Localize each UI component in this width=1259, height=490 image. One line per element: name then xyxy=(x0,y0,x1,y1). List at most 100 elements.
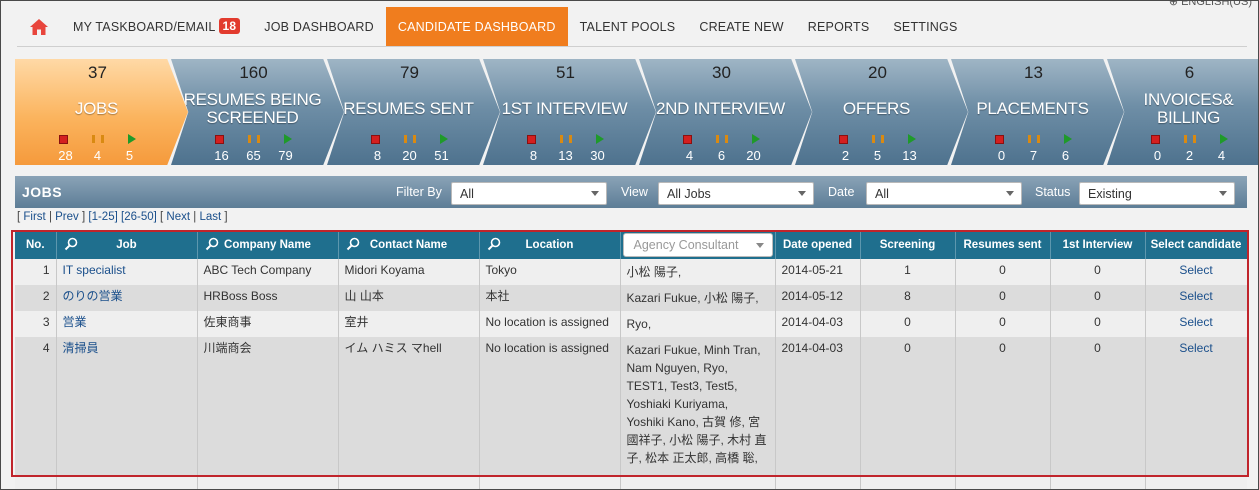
stage-stop-count[interactable]: 0 xyxy=(993,148,1011,163)
view-select[interactable]: All Jobs xyxy=(658,182,814,205)
pipeline-stage[interactable]: 30 2ND INTERVIEW 4 6 20 xyxy=(639,59,812,165)
col-resumes[interactable]: Resumes sent xyxy=(955,231,1051,259)
pipeline-stage[interactable]: 20 OFFERS 2 5 13 xyxy=(795,59,968,165)
stage-play-count[interactable]: 6 xyxy=(1057,148,1075,163)
pager-next[interactable]: Next xyxy=(166,211,190,223)
stage-pause-count[interactable]: 7 xyxy=(1025,148,1043,163)
nav-talent-pools[interactable]: TALENT POOLS xyxy=(568,7,688,46)
stage-pause-count[interactable]: 2 xyxy=(1181,148,1199,163)
col-location[interactable]: Location xyxy=(479,231,621,259)
select-link[interactable]: Select xyxy=(1179,315,1212,329)
status-select[interactable]: Existing xyxy=(1079,182,1235,205)
stage-label: RESUMES SENT xyxy=(343,99,474,118)
cell-interview: 0 xyxy=(1050,285,1146,311)
cell-company: ABC Tech Company xyxy=(197,259,339,285)
stage-play-count[interactable]: 79 xyxy=(277,148,295,163)
stage-pause-count[interactable]: 13 xyxy=(557,148,575,163)
stop-icon xyxy=(58,133,70,145)
stage-breakdown: 8 20 51 xyxy=(327,148,492,163)
agency-consultant-select[interactable]: Agency Consultant xyxy=(622,233,773,257)
col-contact[interactable]: Contact Name xyxy=(338,231,480,259)
home-button[interactable] xyxy=(17,7,61,46)
stage-play-count[interactable]: 4 xyxy=(1213,148,1231,163)
date-opened: 2014-04-03 xyxy=(781,341,843,355)
pipeline-stage[interactable]: 160 RESUMES BEING SCREENED 16 65 79 xyxy=(171,59,344,165)
col-screening[interactable]: Screening xyxy=(860,231,956,259)
stage-stop-count[interactable]: 28 xyxy=(57,148,75,163)
chevron-down-icon xyxy=(1006,191,1014,196)
resumes-sent-count: 0 xyxy=(999,315,1006,329)
nav-job-dashboard[interactable]: JOB DASHBOARD xyxy=(252,7,386,46)
stage-stop-count[interactable]: 8 xyxy=(369,148,387,163)
pager-prev[interactable]: Prev xyxy=(55,211,79,223)
play-icon xyxy=(1218,133,1230,145)
jobs-table-body: 1 IT specialist ABC Tech Company Midori Koy… xyxy=(15,259,1247,489)
screening-count: 0 xyxy=(904,341,911,355)
stage-stop-count[interactable]: 4 xyxy=(681,148,699,163)
stage-play-count[interactable]: 30 xyxy=(589,148,607,163)
stage-label: 1ST INTERVIEW xyxy=(501,99,628,118)
stage-stop-count[interactable]: 2 xyxy=(837,148,855,163)
stage-stop-count[interactable]: 8 xyxy=(525,148,543,163)
jobs-filter-bar: JOBS Filter By All View All Jobs Date Al… xyxy=(15,176,1247,208)
cell-date: 2014-05-21 xyxy=(775,259,861,285)
stage-play-count[interactable]: 5 xyxy=(121,148,139,163)
pager-last[interactable]: Last xyxy=(199,211,221,223)
stage-play-count[interactable]: 20 xyxy=(745,148,763,163)
select-link[interactable]: Select xyxy=(1179,341,1212,355)
stage-stop-count[interactable]: 0 xyxy=(1149,148,1167,163)
col-interview[interactable]: 1st Interview xyxy=(1050,231,1146,259)
pipeline-stage[interactable]: 51 1ST INTERVIEW 8 13 30 xyxy=(483,59,656,165)
pipeline-stage[interactable]: 37 JOBS 28 4 5 xyxy=(15,59,188,165)
stage-pause-count[interactable]: 65 xyxy=(245,148,263,163)
stage-breakdown: 16 65 79 xyxy=(171,148,336,163)
col-job[interactable]: Job xyxy=(56,231,198,259)
location: No location is assigned xyxy=(485,341,609,355)
screening-count: 0 xyxy=(904,315,911,329)
col-no-label: No. xyxy=(25,239,45,251)
stage-stop-count[interactable]: 16 xyxy=(213,148,231,163)
row-number: 4 xyxy=(42,341,50,355)
chevron-down-icon xyxy=(1219,191,1227,196)
stage-count: 13 xyxy=(1024,63,1043,82)
select-link[interactable]: Select xyxy=(1179,289,1212,303)
job-link[interactable]: IT specialist xyxy=(63,263,126,277)
nav-taskboard-email[interactable]: MY TASKBOARD/EMAIL 18 xyxy=(61,7,252,46)
search-icon[interactable] xyxy=(205,237,219,254)
nav-create-new[interactable]: CREATE NEW xyxy=(687,7,795,46)
stage-play-count[interactable]: 13 xyxy=(901,148,919,163)
date-select[interactable]: All xyxy=(866,182,1022,205)
pipeline-stage[interactable]: 13 PLACEMENTS 0 7 6 xyxy=(951,59,1124,165)
stage-label: PLACEMENTS xyxy=(976,99,1089,118)
select-link[interactable]: Select xyxy=(1179,263,1212,277)
pager-next-range[interactable]: [26-50] xyxy=(121,211,157,223)
col-company[interactable]: Company Name xyxy=(197,231,339,259)
job-link[interactable]: 清掃員 xyxy=(63,341,99,355)
stage-pause-count[interactable]: 6 xyxy=(713,148,731,163)
contact-name: 室井 xyxy=(344,315,369,329)
cell-location: No location is assigned xyxy=(479,311,621,337)
stage-pause-count[interactable]: 20 xyxy=(401,148,419,163)
search-icon[interactable] xyxy=(346,237,360,254)
stage-pause-count[interactable]: 4 xyxy=(89,148,107,163)
search-icon[interactable] xyxy=(487,237,501,254)
pipeline-stage[interactable]: 79 RESUMES SENT 8 20 51 xyxy=(327,59,500,165)
search-icon[interactable] xyxy=(64,237,78,254)
pipeline-stage[interactable]: 6 INVOICES& BILLING 0 2 4 xyxy=(1107,59,1258,165)
nav-settings[interactable]: SETTINGS xyxy=(881,7,969,46)
job-link[interactable]: 営業 xyxy=(63,315,87,329)
pause-icon xyxy=(1184,133,1196,145)
pager-first[interactable]: First xyxy=(23,211,45,223)
filter-by-value: All xyxy=(460,187,474,201)
cell-no: 4 xyxy=(15,337,57,477)
row-number: 1 xyxy=(42,263,50,277)
nav-candidate-dashboard[interactable]: CANDIDATE DASHBOARD xyxy=(385,7,568,46)
filter-by-select[interactable]: All xyxy=(451,182,607,205)
company-name: HRBoss Boss xyxy=(203,289,278,303)
col-no[interactable]: No. xyxy=(15,231,57,259)
nav-reports[interactable]: REPORTS xyxy=(796,7,882,46)
job-link[interactable]: のりの営業 xyxy=(63,289,123,303)
stage-play-count[interactable]: 51 xyxy=(433,148,451,163)
col-date[interactable]: Date opened xyxy=(775,231,861,259)
stage-pause-count[interactable]: 5 xyxy=(869,148,887,163)
